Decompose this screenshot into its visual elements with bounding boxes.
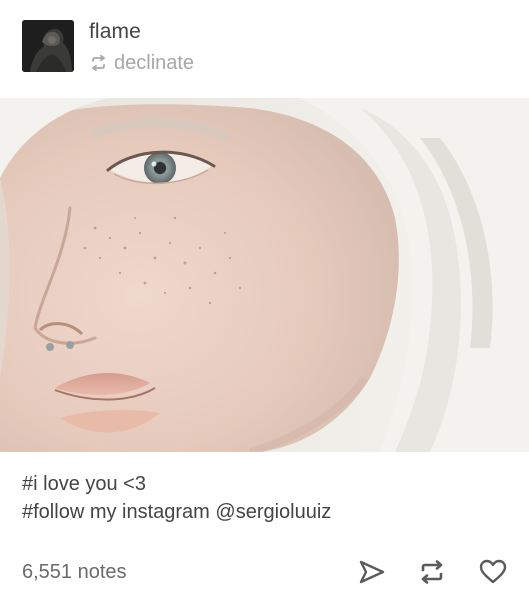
caption-tag-line-1[interactable]: #i love you <3 (22, 470, 331, 498)
reblog-icon (417, 557, 447, 587)
reblog-icon (89, 54, 108, 72)
post-photo[interactable] (0, 98, 529, 452)
share-button[interactable] (357, 557, 387, 587)
heart-icon (478, 557, 508, 587)
notes-count[interactable]: 6,551 notes (22, 560, 127, 584)
caption-tag-line-2[interactable]: #follow my instagram @sergioluuiz (22, 498, 331, 526)
blog-name[interactable]: flame (89, 20, 141, 44)
post-footer: 6,551 notes (0, 548, 529, 596)
share-icon (357, 557, 387, 587)
post-caption: #i love you <3 #follow my instagram @ser… (22, 470, 331, 526)
reblog-source-name[interactable]: declinate (114, 51, 194, 75)
like-button[interactable] (478, 557, 508, 587)
avatar[interactable] (22, 20, 74, 72)
reblog-attribution: declinate (89, 51, 194, 75)
post-card: flame declinate #i love you <3 #follow m… (0, 0, 529, 596)
post-header: flame declinate (0, 0, 529, 100)
reblog-button[interactable] (417, 557, 447, 587)
